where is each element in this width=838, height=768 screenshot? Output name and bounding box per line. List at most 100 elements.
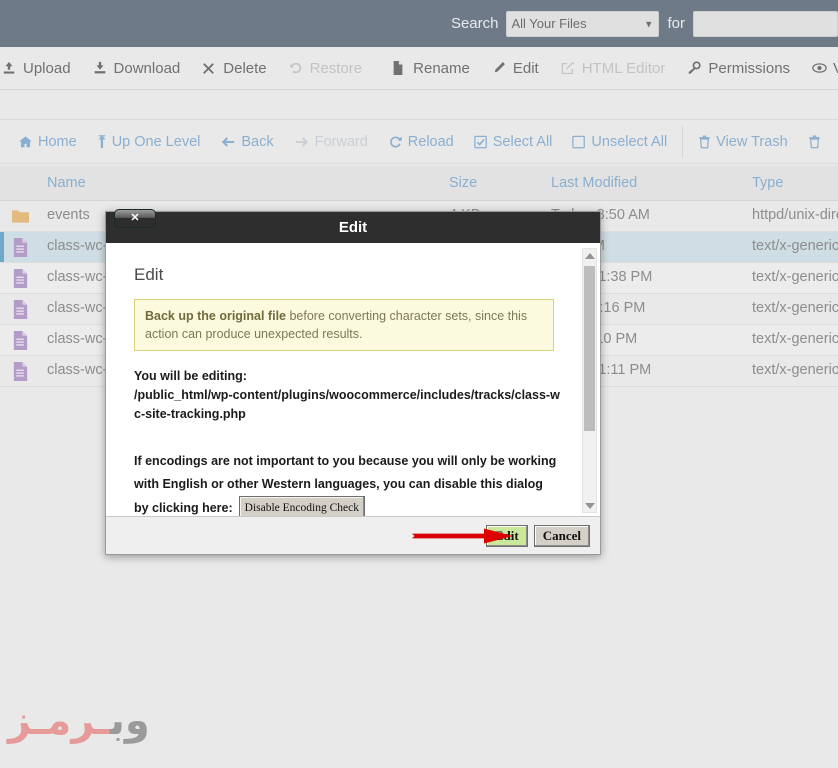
edit-button[interactable]: Edit (485, 524, 528, 547)
home-icon (18, 135, 33, 149)
upload-label: Upload (23, 59, 71, 77)
file-name[interactable]: class-wc- (47, 300, 107, 316)
dialog-scrollbar[interactable] (582, 248, 597, 513)
close-icon[interactable]: ✕ (114, 209, 156, 228)
nav-view-trash[interactable]: View Trash (688, 120, 797, 164)
search-scope-wrap: All Your Files ▾ (506, 10, 660, 37)
file-icon (11, 238, 30, 257)
x-mark-icon (202, 62, 217, 75)
file-table-header: Name Size Last Modified Type (0, 166, 838, 201)
edit-toolbar-button[interactable]: Edit (481, 47, 550, 90)
arrow-left-icon (220, 135, 236, 149)
nav-empty-trash[interactable] (798, 120, 836, 164)
dialog-body: Edit Back up the original file before co… (106, 243, 600, 516)
checkbox-checked-icon (474, 135, 488, 149)
nav-view-trash-label: View Trash (716, 133, 788, 150)
dialog-heading: Edit (134, 265, 164, 284)
restore-button: Restore (278, 47, 374, 90)
restore-icon (289, 61, 304, 75)
download-label: Download (113, 59, 181, 77)
navigation-toolbar: Home Up One Level Back Forward Reload Se… (0, 119, 838, 164)
edit-toolbar-label: Edit (512, 59, 539, 77)
file-type: text/x-generic (752, 331, 838, 347)
scroll-up-arrow-icon[interactable] (583, 249, 596, 262)
folder-icon (11, 207, 30, 226)
key-icon (687, 61, 702, 75)
disable-encoding-check-button[interactable]: Disable Encoding Check (238, 495, 365, 516)
arrow-right-icon (294, 135, 310, 149)
file-manager-page: Search All Your Files ▾ for Upload Downl… (0, 0, 838, 768)
file-name[interactable]: class-wc- (47, 362, 107, 378)
close-glyph: ✕ (130, 212, 140, 224)
permissions-label: Permissions (708, 59, 791, 77)
backup-notice-bold: Back up the original file (145, 309, 286, 323)
restore-label: Restore (309, 59, 363, 77)
reload-icon (388, 135, 403, 149)
trash-icon (808, 135, 821, 149)
rename-button[interactable]: Rename (381, 47, 481, 90)
nav-back-label: Back (241, 133, 274, 150)
dialog-title: Edit (338, 219, 368, 236)
upload-icon (2, 61, 17, 75)
column-header-name[interactable]: Name (47, 175, 86, 191)
search-for-label: for (667, 15, 685, 32)
trash-icon (698, 135, 711, 149)
file-name[interactable]: class-wc- (47, 269, 107, 285)
edit-encoding-dialog: ✕ Edit Edit Back up the original file be… (105, 209, 601, 555)
search-scope-select[interactable]: All Your Files (506, 10, 660, 37)
dialog-footer: Edit Cancel (106, 516, 600, 554)
pencil-icon (492, 61, 507, 75)
dialog-title-bar: ✕ Edit (106, 209, 600, 243)
file-type: text/x-generic (752, 238, 838, 254)
nav-select-all[interactable]: Select All (464, 120, 563, 164)
nav-home-label: Home (38, 133, 77, 150)
download-button[interactable]: Download (82, 47, 192, 90)
file-type: text/x-generic (752, 300, 838, 316)
nav-reload[interactable]: Reload (378, 120, 464, 164)
watermark-gray: وب (109, 698, 151, 744)
nav-up-one-level[interactable]: Up One Level (87, 120, 211, 164)
action-toolbar: Upload Download Delete Restore Rename Ed… (0, 47, 838, 90)
nav-select-all-label: Select All (492, 133, 553, 150)
file-icon (392, 61, 407, 75)
search-input[interactable] (693, 10, 838, 37)
column-header-type[interactable]: Type (752, 175, 783, 191)
file-icon (11, 300, 30, 319)
view-button[interactable]: View (801, 47, 838, 90)
delete-button[interactable]: Delete (191, 47, 277, 90)
file-name[interactable]: class-wc- (47, 238, 107, 254)
html-editor-icon (561, 61, 576, 75)
rename-label: Rename (413, 59, 470, 77)
nav-unselect-all[interactable]: Unselect All (562, 120, 677, 164)
column-header-size[interactable]: Size (449, 175, 477, 191)
delete-label: Delete (223, 59, 267, 77)
editing-block: You will be editing: /public_html/wp-con… (134, 367, 560, 423)
scroll-down-arrow-icon[interactable] (583, 499, 596, 512)
nav-back[interactable]: Back (210, 120, 283, 164)
file-name[interactable]: class-wc- (47, 331, 107, 347)
permissions-button[interactable]: Permissions (676, 47, 801, 90)
nav-home[interactable]: Home (0, 120, 87, 164)
editing-label: You will be editing: (134, 369, 247, 384)
search-bar: Search All Your Files ▾ for (0, 0, 838, 47)
view-label: View (833, 60, 838, 77)
scrollbar-thumb[interactable] (584, 266, 595, 431)
file-type: text/x-generic (752, 269, 838, 285)
nav-divider (682, 125, 684, 158)
column-header-last-modified[interactable]: Last Modified (551, 175, 637, 191)
file-name[interactable]: events (47, 207, 90, 223)
upload-button[interactable]: Upload (0, 47, 82, 90)
file-icon (11, 362, 30, 381)
watermark-pink: ـرمـز (8, 698, 111, 744)
file-type: httpd/unix-directory (752, 207, 838, 223)
watermark: وبـرمـز (8, 698, 151, 744)
checkbox-empty-icon (572, 135, 586, 149)
nav-forward: Forward (284, 120, 378, 164)
search-label: Search (450, 15, 499, 32)
cancel-button[interactable]: Cancel (533, 524, 590, 547)
nav-reload-label: Reload (407, 133, 454, 150)
arrow-up-icon (97, 134, 107, 149)
nav-unselect-all-label: Unselect All (591, 133, 668, 150)
backup-notice: Back up the original file before convert… (134, 299, 554, 352)
file-icon (11, 269, 30, 288)
